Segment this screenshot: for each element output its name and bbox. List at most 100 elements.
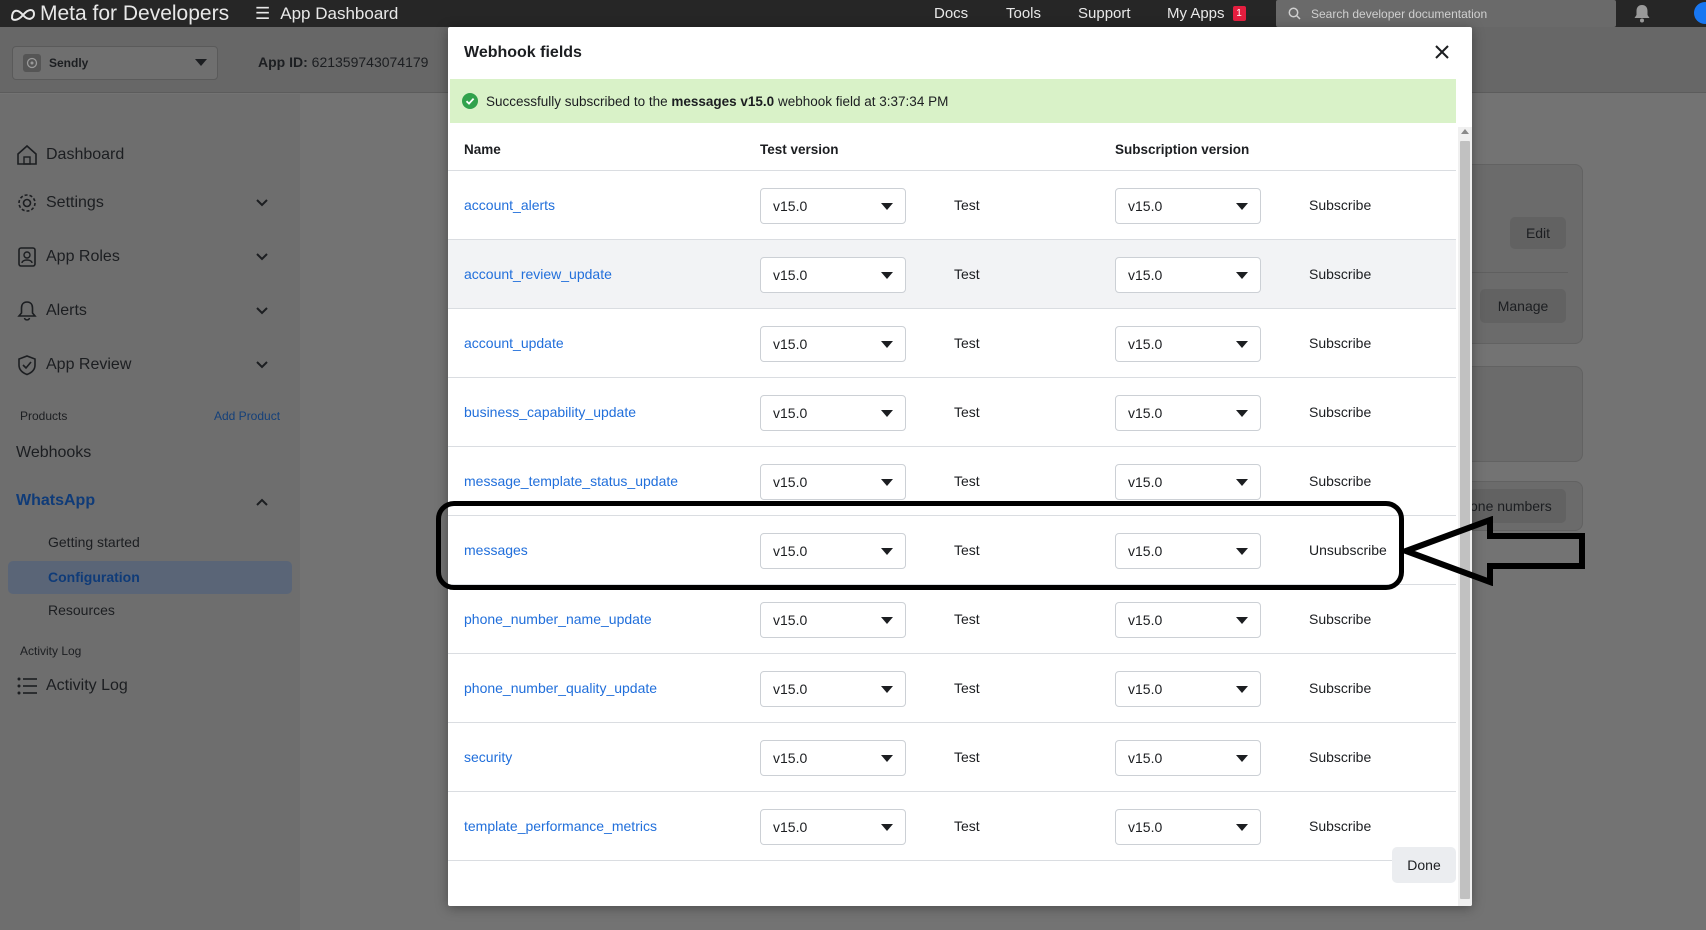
test-button[interactable]: Test xyxy=(954,749,980,765)
field-name-link[interactable]: phone_number_quality_update xyxy=(464,680,657,696)
subscription-version-select[interactable]: v15.0 xyxy=(1115,671,1261,707)
sidebar-item-whatsapp[interactable]: WhatsApp xyxy=(16,492,95,510)
subscription-version-select[interactable]: v15.0 xyxy=(1115,188,1261,224)
field-name-link[interactable]: account_alerts xyxy=(464,197,555,213)
subscribe-button[interactable]: Subscribe xyxy=(1309,818,1371,834)
top-bar: Meta for Developers ☰ App Dashboard Docs… xyxy=(0,0,1706,27)
field-name-link[interactable]: account_update xyxy=(464,335,564,351)
notifications-bell-icon[interactable] xyxy=(1633,4,1651,23)
caret-down-icon xyxy=(195,59,207,66)
sidebar-subitem-resources[interactable]: Resources xyxy=(48,602,115,618)
test-button[interactable]: Test xyxy=(954,818,980,834)
doc-search[interactable] xyxy=(1276,0,1616,27)
sidebar-item-label: Settings xyxy=(46,194,104,211)
test-version-select[interactable]: v15.0 xyxy=(760,809,906,845)
manage-button[interactable]: Manage xyxy=(1480,289,1566,323)
field-name-link[interactable]: security xyxy=(464,749,512,765)
test-button[interactable]: Test xyxy=(954,611,980,627)
subscribe-button[interactable]: Subscribe xyxy=(1309,680,1371,696)
test-button[interactable]: Test xyxy=(954,404,980,420)
sidebar-subitem-getting-started[interactable]: Getting started xyxy=(48,534,140,550)
add-product-link[interactable]: Add Product xyxy=(214,409,280,423)
chevron-up-icon[interactable] xyxy=(256,498,268,506)
table-row: phone_number_name_update v15.0 Test v15.… xyxy=(448,585,1456,654)
subscribe-button[interactable]: Subscribe xyxy=(1309,197,1371,213)
subscribe-button[interactable]: Subscribe xyxy=(1309,749,1371,765)
search-input[interactable] xyxy=(1311,6,1601,21)
test-version-select[interactable]: v15.0 xyxy=(760,464,906,500)
test-button[interactable]: Test xyxy=(954,197,980,213)
test-version-select[interactable]: v15.0 xyxy=(760,740,906,776)
sidebar-item-webhooks[interactable]: Webhooks xyxy=(16,444,91,462)
sidebar-item-label: App Review xyxy=(46,356,132,373)
subscription-version-select[interactable]: v15.0 xyxy=(1115,533,1261,569)
nav-support[interactable]: Support xyxy=(1078,0,1131,27)
close-icon[interactable] xyxy=(1432,42,1452,62)
test-version-select[interactable]: v15.0 xyxy=(760,257,906,293)
unsubscribe-button[interactable]: Unsubscribe xyxy=(1309,542,1387,558)
test-version-select[interactable]: v15.0 xyxy=(760,188,906,224)
webhook-fields-dialog: Webhook fields Successfully subscribed t… xyxy=(448,27,1472,906)
subscription-version-select[interactable]: v15.0 xyxy=(1115,257,1261,293)
sidebar-item-app-roles[interactable]: App Roles xyxy=(16,246,120,268)
sidebar-item-dashboard[interactable]: Dashboard xyxy=(16,144,124,166)
subscription-version-select[interactable]: v15.0 xyxy=(1115,464,1261,500)
caret-down-icon xyxy=(1236,202,1248,210)
subscription-version-select[interactable]: v15.0 xyxy=(1115,809,1261,845)
test-button[interactable]: Test xyxy=(954,335,980,351)
meta-brand[interactable]: Meta for Developers xyxy=(10,0,229,27)
subscribe-button[interactable]: Subscribe xyxy=(1309,266,1371,282)
caret-down-icon xyxy=(881,202,893,210)
subscription-version-select[interactable]: v15.0 xyxy=(1115,602,1261,638)
sidebar-item-app-review[interactable]: App Review xyxy=(16,354,131,376)
app-selector[interactable]: Sendly xyxy=(12,46,218,80)
done-button[interactable]: Done xyxy=(1392,847,1456,883)
chevron-down-icon[interactable] xyxy=(256,361,268,369)
scrollbar-thumb[interactable] xyxy=(1460,141,1470,899)
subscription-version-select[interactable]: v15.0 xyxy=(1115,395,1261,431)
test-version-select[interactable]: v15.0 xyxy=(760,671,906,707)
phone-numbers-button[interactable]: one numbers xyxy=(1470,489,1566,523)
subscribe-button[interactable]: Subscribe xyxy=(1309,473,1371,489)
dialog-scrollbar[interactable] xyxy=(1458,127,1472,906)
field-name-link[interactable]: business_capability_update xyxy=(464,404,636,420)
test-version-select[interactable]: v15.0 xyxy=(760,602,906,638)
field-name-link[interactable]: message_template_status_update xyxy=(464,473,678,489)
field-name-link[interactable]: messages xyxy=(464,542,528,558)
chevron-down-icon[interactable] xyxy=(256,253,268,261)
subscription-version-value: v15.0 xyxy=(1128,750,1163,766)
app-dashboard-menu[interactable]: ☰ App Dashboard xyxy=(255,0,398,27)
subscription-version-select[interactable]: v15.0 xyxy=(1115,326,1261,362)
test-button[interactable]: Test xyxy=(954,542,980,558)
app-name: Sendly xyxy=(49,56,89,70)
edit-button[interactable]: Edit xyxy=(1510,217,1566,249)
field-name-link[interactable]: account_review_update xyxy=(464,266,612,282)
dialog-body: Successfully subscribed to the messages … xyxy=(448,77,1472,906)
test-button[interactable]: Test xyxy=(954,680,980,696)
test-version-value: v15.0 xyxy=(773,543,808,559)
subscription-version-select[interactable]: v15.0 xyxy=(1115,740,1261,776)
sidebar-item-settings[interactable]: Settings xyxy=(16,192,104,214)
success-message: Successfully subscribed to the messages … xyxy=(486,94,948,109)
field-name-link[interactable]: template_performance_metrics xyxy=(464,818,657,834)
subscribe-button[interactable]: Subscribe xyxy=(1309,335,1371,351)
test-version-select[interactable]: v15.0 xyxy=(760,533,906,569)
nav-my-apps[interactable]: My Apps 1 xyxy=(1167,0,1246,27)
test-button[interactable]: Test xyxy=(954,266,980,282)
field-name-link[interactable]: phone_number_name_update xyxy=(464,611,652,627)
test-version-select[interactable]: v15.0 xyxy=(760,326,906,362)
test-button[interactable]: Test xyxy=(954,473,980,489)
test-version-select[interactable]: v15.0 xyxy=(760,395,906,431)
subscribe-button[interactable]: Subscribe xyxy=(1309,611,1371,627)
avatar[interactable] xyxy=(1694,2,1706,24)
subscription-version-value: v15.0 xyxy=(1128,474,1163,490)
chevron-down-icon[interactable] xyxy=(256,199,268,207)
nav-tools[interactable]: Tools xyxy=(1006,0,1041,27)
sidebar-item-activity-log[interactable]: Activity Log xyxy=(16,676,128,696)
chevron-down-icon[interactable] xyxy=(256,307,268,315)
sidebar-subitem-configuration[interactable]: Configuration xyxy=(8,561,292,594)
sidebar-item-alerts[interactable]: Alerts xyxy=(16,300,87,322)
subscribe-button[interactable]: Subscribe xyxy=(1309,404,1371,420)
scroll-up-arrow-icon[interactable] xyxy=(1461,129,1469,134)
nav-docs[interactable]: Docs xyxy=(934,0,968,27)
